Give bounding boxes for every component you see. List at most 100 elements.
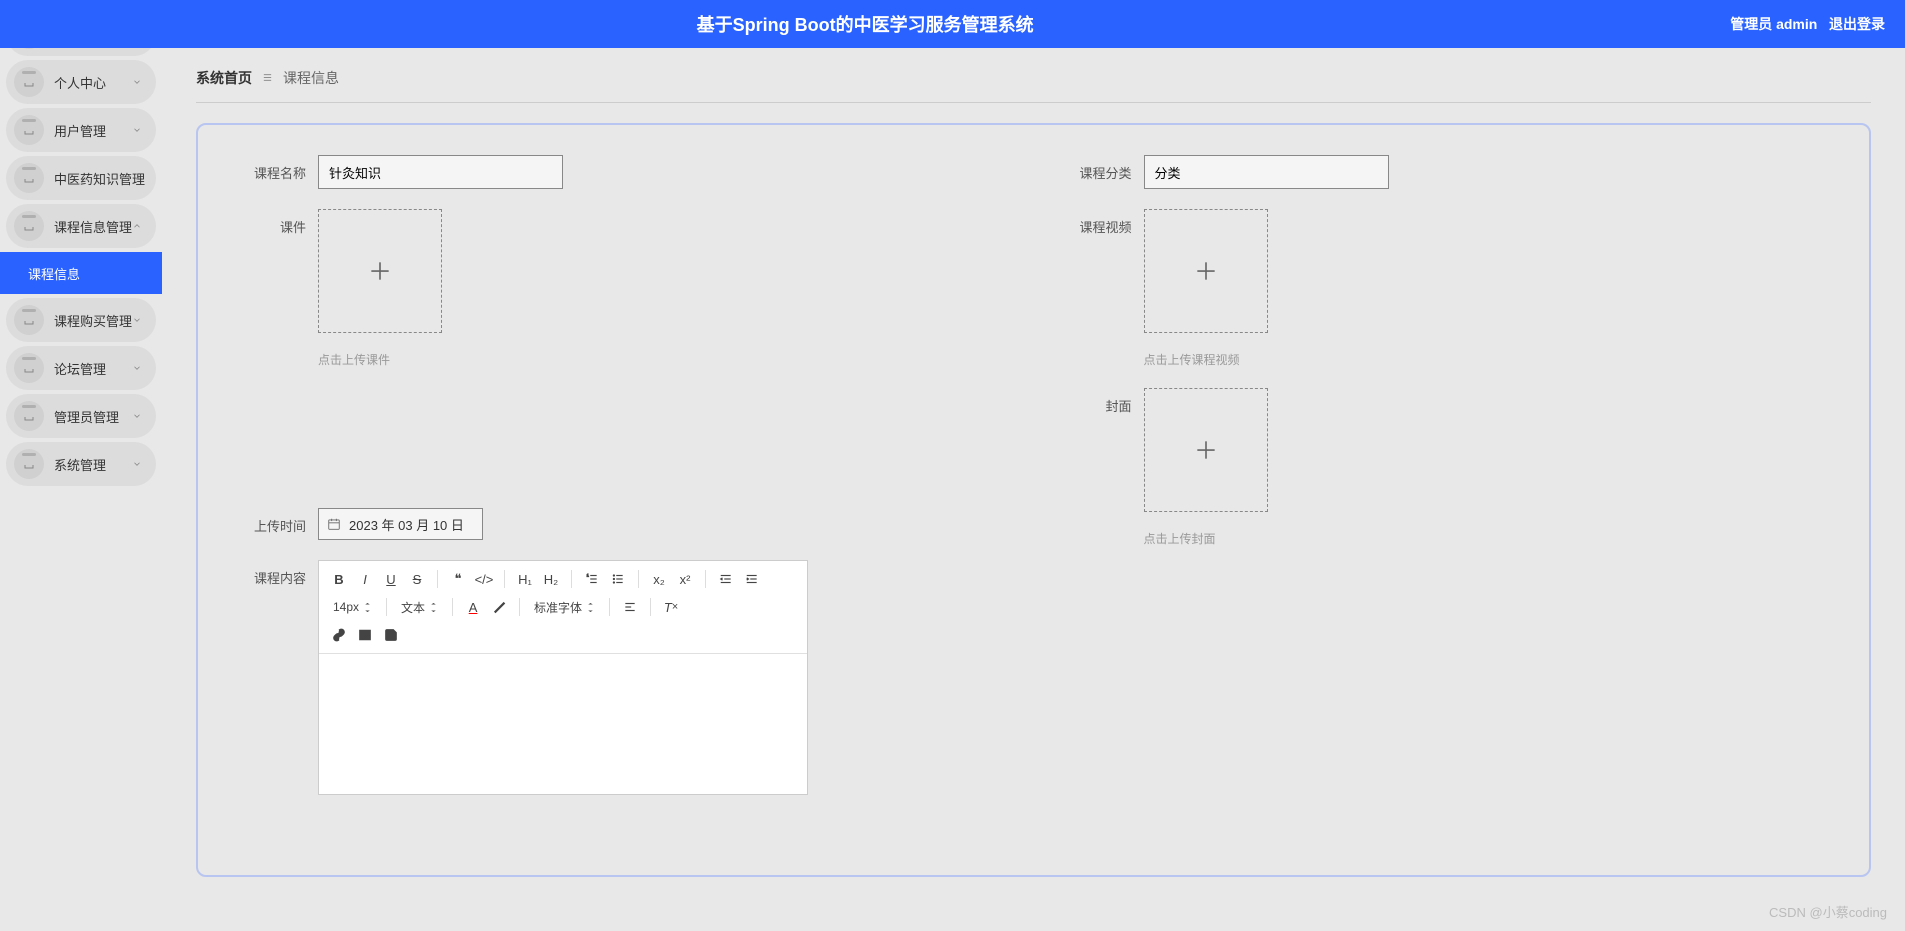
italic-button[interactable]: I <box>353 567 377 591</box>
breadcrumb: 系统首页 课程信息 <box>196 68 1871 103</box>
h1-button[interactable]: H₁ <box>513 567 537 591</box>
menu-icon <box>14 115 44 145</box>
font-size-select[interactable]: 14px <box>327 595 378 619</box>
code-button[interactable]: </> <box>472 567 496 591</box>
image-button[interactable] <box>353 623 377 647</box>
chevron-down-icon <box>132 361 142 376</box>
calendar-icon <box>327 517 341 531</box>
content-label: 课程内容 <box>228 560 318 795</box>
chevron-down-icon <box>132 313 142 328</box>
menu-label: 管理员管理 <box>54 407 119 426</box>
chevron-down-icon <box>132 457 142 472</box>
unordered-list-button[interactable] <box>606 567 630 591</box>
sidebar-item-knowledge[interactable]: 中医药知识管理 <box>6 156 156 200</box>
form-panel: 课程名称 课件 点击上传课件 上传时间 <box>196 123 1871 877</box>
menu-label: 用户管理 <box>54 121 106 140</box>
editor-content-area[interactable] <box>319 654 807 794</box>
outdent-button[interactable] <box>714 567 738 591</box>
sidebar-item-course-info[interactable]: 课程信息管理 <box>6 204 156 248</box>
course-name-label: 课程名称 <box>228 155 318 189</box>
align-button[interactable] <box>618 595 642 619</box>
editor-toolbar: B I U S ❝ </> H₁ H₂ 1 <box>319 561 807 654</box>
menu-icon <box>14 67 44 97</box>
main-content: 系统首页 课程信息 课程名称 课件 点 <box>162 48 1905 931</box>
sidebar-item-profile[interactable]: 个人中心 <box>6 60 156 104</box>
separator <box>437 570 438 588</box>
link-button[interactable] <box>327 623 351 647</box>
user-label[interactable]: 管理员 admin <box>1730 16 1817 32</box>
text-type-select[interactable]: 文本 <box>395 595 444 619</box>
separator <box>504 570 505 588</box>
video-upload[interactable] <box>1144 209 1268 333</box>
menu-label: 个人中心 <box>54 73 106 92</box>
menu-icon <box>14 353 44 383</box>
category-label: 课程分类 <box>1054 155 1144 189</box>
header: 基于Spring Boot的中医学习服务管理系统 管理员 admin 退出登录 <box>0 0 1905 48</box>
menu-icon <box>14 401 44 431</box>
upload-time-input[interactable]: 2023 年 03 月 10 日 <box>318 508 483 540</box>
chevron-up-icon <box>132 219 142 234</box>
cover-label: 封面 <box>1054 388 1144 547</box>
underline-button[interactable]: U <box>379 567 403 591</box>
sidebar-item-system[interactable]: 系统管理 <box>6 442 156 486</box>
chevron-down-icon <box>132 171 142 186</box>
breadcrumb-home[interactable]: 系统首页 <box>196 68 252 88</box>
separator <box>705 570 706 588</box>
cover-upload[interactable] <box>1144 388 1268 512</box>
plus-icon <box>1193 437 1219 463</box>
app-title: 基于Spring Boot的中医学习服务管理系统 <box>0 11 1730 37</box>
indent-button[interactable] <box>740 567 764 591</box>
breadcrumb-separator-icon <box>262 71 273 86</box>
superscript-button[interactable]: x² <box>673 567 697 591</box>
menu-icon <box>14 163 44 193</box>
form-right-column: 课程分类 课程视频 点击上传课程视频 封面 <box>1054 155 1840 815</box>
sidebar-item-users[interactable]: 用户管理 <box>6 108 156 152</box>
sidebar-item-forum[interactable]: 论坛管理 <box>6 346 156 390</box>
plus-icon <box>367 258 393 284</box>
separator <box>452 598 453 616</box>
separator <box>650 598 651 616</box>
form-left-column: 课程名称 课件 点击上传课件 上传时间 <box>228 155 1014 815</box>
subscript-button[interactable]: x₂ <box>647 567 671 591</box>
chevron-down-icon <box>132 75 142 90</box>
video-hint: 点击上传课程视频 <box>1144 351 1840 368</box>
font-color-button[interactable]: A <box>461 595 485 619</box>
bold-button[interactable]: B <box>327 567 351 591</box>
upload-time-label: 上传时间 <box>228 508 318 540</box>
chevron-down-icon <box>132 123 142 138</box>
submenu-item-course-info[interactable]: 课程信息 <box>0 252 162 294</box>
chevron-down-icon <box>132 409 142 424</box>
ordered-list-button[interactable]: 1 <box>580 567 604 591</box>
menu-icon <box>14 305 44 335</box>
separator <box>386 598 387 616</box>
background-color-button[interactable] <box>487 595 511 619</box>
video-label: 课程视频 <box>1054 209 1144 368</box>
course-name-input[interactable] <box>318 155 563 189</box>
strikethrough-button[interactable]: S <box>405 567 429 591</box>
sidebar-item-purchase[interactable]: 课程购买管理 <box>6 298 156 342</box>
font-family-select[interactable]: 标准字体 <box>528 595 601 619</box>
plus-icon <box>1193 258 1219 284</box>
menu-label: 课程购买管理 <box>54 311 132 330</box>
separator <box>571 570 572 588</box>
separator <box>519 598 520 616</box>
courseware-label: 课件 <box>228 209 318 368</box>
separator <box>609 598 610 616</box>
save-button[interactable] <box>379 623 403 647</box>
watermark: CSDN @小蔡coding <box>1769 902 1887 921</box>
logout-link[interactable]: 退出登录 <box>1829 16 1885 32</box>
courseware-upload[interactable] <box>318 209 442 333</box>
cover-hint: 点击上传封面 <box>1144 530 1840 547</box>
header-user-area: 管理员 admin 退出登录 <box>1730 14 1905 34</box>
clear-format-button[interactable]: T× <box>659 595 683 619</box>
submenu-label: 课程信息 <box>28 264 80 283</box>
courseware-hint: 点击上传课件 <box>318 351 1014 368</box>
breadcrumb-current: 课程信息 <box>283 68 339 88</box>
menu-label: 论坛管理 <box>54 359 106 378</box>
sidebar-item-admin[interactable]: 管理员管理 <box>6 394 156 438</box>
sidebar: 系统首页 个人中心 用户管理 中医药知识管理 课程信息管理 课程信息 课程购买管… <box>0 0 162 931</box>
h2-button[interactable]: H₂ <box>539 567 563 591</box>
quote-button[interactable]: ❝ <box>446 567 470 591</box>
separator <box>638 570 639 588</box>
category-input[interactable] <box>1144 155 1389 189</box>
